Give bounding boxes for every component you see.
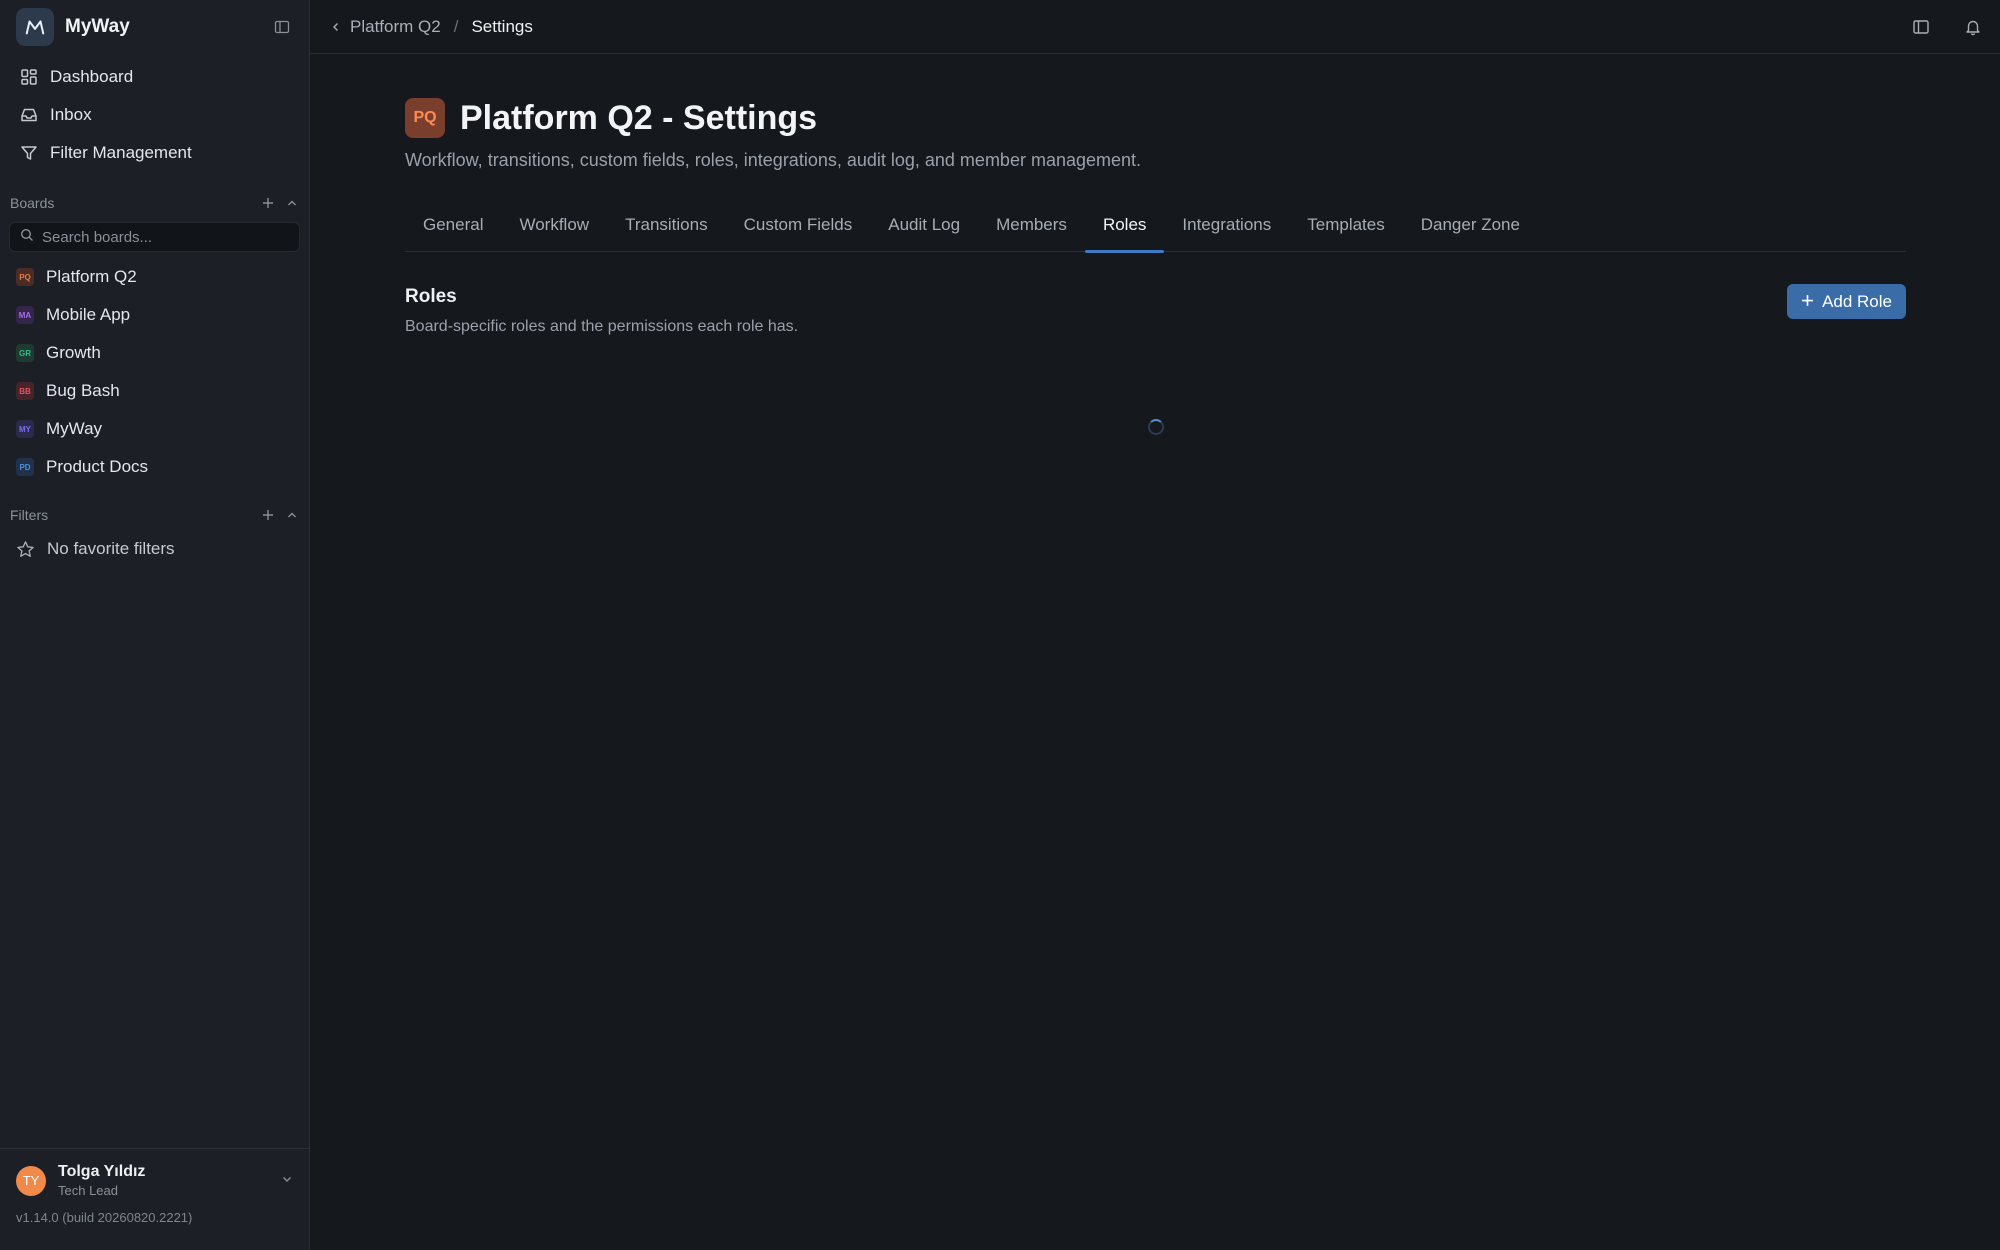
user-menu[interactable]: TY Tolga Yıldız Tech Lead v1.14.0 (build… [0, 1148, 309, 1250]
tab-custom-fields[interactable]: Custom Fields [726, 207, 871, 252]
panel-toggle-icon[interactable] [1912, 18, 1930, 36]
breadcrumb: Platform Q2 / Settings [330, 17, 533, 37]
tab-transitions[interactable]: Transitions [607, 207, 726, 252]
filters-heading-label: Filters [10, 507, 49, 523]
search-boards-input[interactable] [42, 228, 282, 246]
page-title: Platform Q2 - Settings [460, 98, 818, 137]
tab-general[interactable]: General [405, 207, 501, 252]
tab-danger-zone[interactable]: Danger Zone [1403, 207, 1538, 252]
board-badge: MY [16, 420, 34, 438]
board-label: Mobile App [46, 305, 131, 324]
board-item[interactable]: MY MyWay [10, 410, 299, 448]
boards-heading-label: Boards [10, 195, 55, 211]
board-label: Platform Q2 [46, 267, 137, 286]
board-search [9, 222, 300, 252]
user-name: Tolga Yıldız [58, 1163, 146, 1180]
board-label: Bug Bash [46, 381, 120, 400]
sidebar-toggle-icon[interactable] [271, 16, 293, 38]
chevron-down-icon[interactable] [281, 1172, 293, 1190]
tab-audit-log[interactable]: Audit Log [870, 207, 978, 252]
version-label: v1.14.0 (build 20260820.2221) [16, 1210, 193, 1225]
grid-icon [18, 66, 40, 88]
add-filter-icon[interactable] [261, 508, 275, 522]
tab-integrations[interactable]: Integrations [1164, 207, 1289, 252]
app-root: MyWay Dashboard Inbox Filter Management … [0, 0, 2000, 1250]
avatar: TY [16, 1165, 46, 1196]
settings-tabs: General Workflow Transitions Custom Fiel… [405, 207, 1906, 253]
collapse-boards-icon[interactable] [285, 196, 299, 210]
filters-heading: Filters [0, 500, 309, 530]
title-row: PQ Platform Q2 - Settings [405, 98, 1910, 138]
brand: MyWay [0, 0, 309, 54]
add-role-button[interactable]: Add Role [1787, 284, 1906, 319]
nav-label: Inbox [50, 105, 92, 124]
page-subtitle: Workflow, transitions, custom fields, ro… [405, 150, 1142, 170]
filter-icon [18, 142, 40, 164]
sidebar: MyWay Dashboard Inbox Filter Management … [0, 0, 310, 1250]
star-icon [16, 540, 35, 559]
logo-icon[interactable] [16, 8, 54, 46]
board-label: MyWay [46, 419, 103, 438]
breadcrumb-parent[interactable]: Platform Q2 [350, 17, 441, 37]
nav-item-filter-management[interactable]: Filter Management [10, 134, 299, 172]
section-title: Roles [405, 286, 457, 307]
breadcrumb-separator: / [453, 16, 459, 36]
brand-name: MyWay [65, 16, 130, 37]
main-nav: Dashboard Inbox Filter Management [0, 54, 309, 176]
user-role: Tech Lead [58, 1183, 118, 1198]
tab-workflow[interactable]: Workflow [501, 207, 607, 252]
no-filters-label: No favorite filters [47, 539, 175, 558]
nav-label: Filter Management [50, 143, 192, 162]
search-icon [20, 228, 34, 247]
tab-templates[interactable]: Templates [1289, 207, 1402, 252]
board-badge: GR [16, 344, 34, 362]
add-board-icon[interactable] [261, 196, 275, 210]
roles-section: Roles Board-specific roles and the permi… [405, 284, 1906, 336]
board-item[interactable]: GR Growth [10, 334, 299, 372]
settings-content: PQ Platform Q2 - Settings Workflow, tran… [310, 54, 1910, 336]
main-content: Platform Q2 / Settings PQ Platform Q2 - … [310, 0, 2000, 1250]
boards-heading: Boards [0, 188, 309, 218]
tab-members[interactable]: Members [978, 207, 1085, 252]
board-item[interactable]: PD Product Docs [10, 448, 299, 486]
bell-icon[interactable] [1964, 18, 1982, 36]
board-item[interactable]: BB Bug Bash [10, 372, 299, 410]
board-list: PQ Platform Q2 MA Mobile App GR Growth B… [0, 258, 309, 486]
project-badge: PQ [405, 98, 445, 138]
board-badge: MA [16, 306, 34, 324]
board-item[interactable]: MA Mobile App [10, 296, 299, 334]
board-item[interactable]: PQ Platform Q2 [10, 258, 299, 296]
board-badge: PD [16, 458, 34, 476]
collapse-filters-icon[interactable] [285, 508, 299, 522]
nav-item-dashboard[interactable]: Dashboard [10, 58, 299, 96]
add-role-label: Add Role [1822, 291, 1892, 311]
board-label: Product Docs [46, 457, 149, 476]
breadcrumb-current: Settings [471, 16, 533, 36]
inbox-icon [18, 104, 40, 126]
plus-icon [1801, 292, 1814, 312]
section-description: Board-specific roles and the permissions… [405, 318, 799, 335]
tab-roles[interactable]: Roles [1084, 207, 1165, 253]
chevron-left-icon[interactable] [330, 21, 342, 33]
nav-item-inbox[interactable]: Inbox [10, 96, 299, 134]
no-favorite-filters: No favorite filters [0, 530, 309, 568]
board-badge: PQ [16, 268, 34, 286]
board-label: Growth [46, 343, 101, 362]
topbar: Platform Q2 / Settings [310, 0, 2000, 54]
nav-label: Dashboard [50, 67, 134, 86]
board-badge: BB [16, 382, 34, 400]
loading-spinner-icon [1148, 419, 1164, 435]
